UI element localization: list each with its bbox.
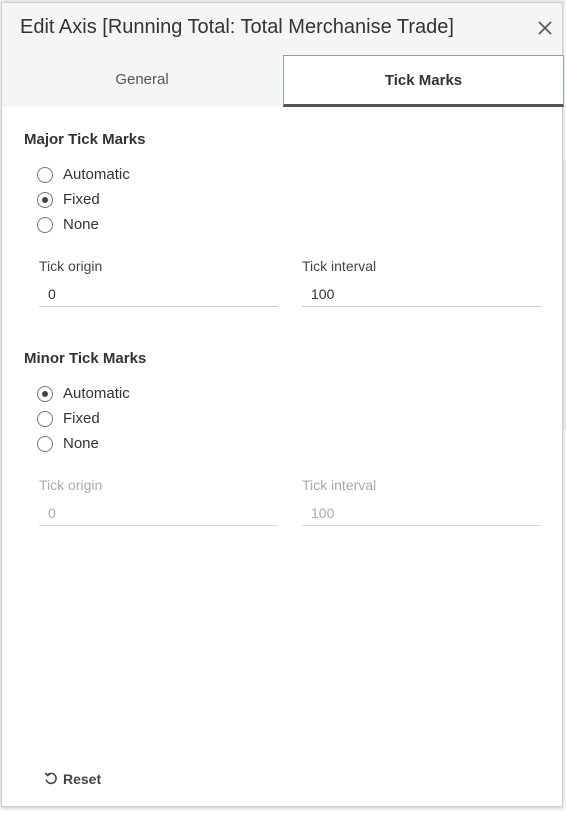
minor-tick-interval-label: Tick interval [302, 477, 377, 493]
major-tick-interval-label: Tick interval [302, 258, 377, 274]
edit-axis-dialog: Edit Axis [Running Total: Total Merchani… [1, 2, 564, 807]
radio-label: Fixed [63, 191, 100, 208]
undo-icon [44, 772, 57, 785]
radio-circle[interactable] [37, 411, 53, 427]
minor-tick-marks-heading: Minor Tick Marks [24, 350, 147, 367]
radio-circle[interactable] [37, 436, 53, 452]
radio-label: None [63, 435, 99, 452]
major-tick-interval-input[interactable] [302, 281, 541, 307]
radio-circle[interactable] [37, 167, 53, 183]
radio-label: None [63, 216, 99, 233]
minor-tick-interval-input [302, 500, 541, 526]
radio-circle[interactable] [37, 217, 53, 233]
radio-label: Automatic [63, 166, 130, 183]
tab-bar: General Tick Marks [2, 55, 564, 107]
major-tick-marks-heading: Major Tick Marks [24, 131, 146, 148]
radio-label: Automatic [63, 385, 130, 402]
major-tick-origin-label: Tick origin [39, 258, 103, 274]
tab-general[interactable]: General [2, 55, 282, 107]
dialog-title: Edit Axis [Running Total: Total Merchani… [20, 16, 454, 38]
close-button[interactable] [534, 17, 556, 39]
radio-circle[interactable] [37, 192, 53, 208]
minor-tick-origin-input [39, 500, 278, 526]
radio-circle[interactable] [37, 386, 53, 402]
reset-label: Reset [63, 771, 102, 787]
close-icon [538, 21, 552, 35]
dialog-title-bar: Edit Axis [Running Total: Total Merchani… [2, 3, 562, 55]
minor-tick-origin-label: Tick origin [39, 477, 103, 493]
major-tick-origin-input[interactable] [39, 281, 278, 307]
radio-label: Fixed [63, 410, 100, 427]
tab-tick-marks[interactable]: Tick Marks [283, 55, 564, 107]
